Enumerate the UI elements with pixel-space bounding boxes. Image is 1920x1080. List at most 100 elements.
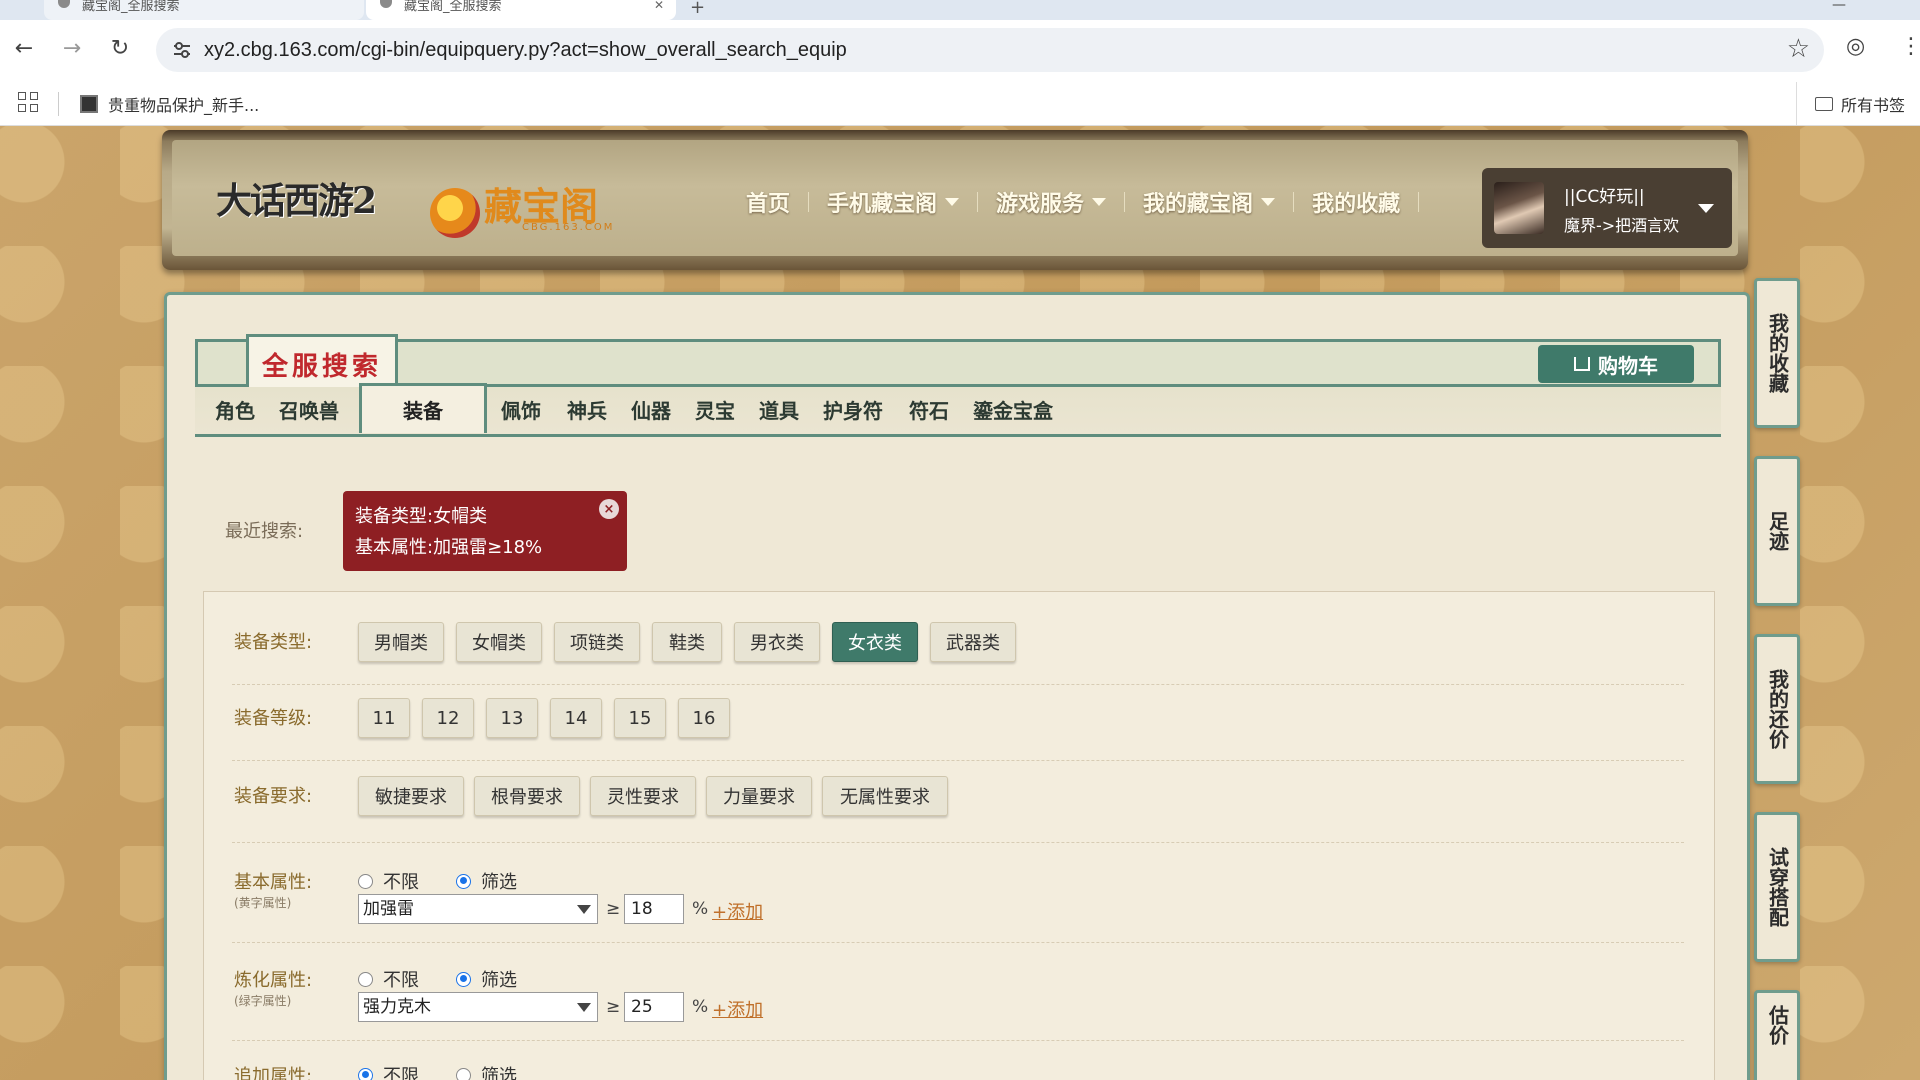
browser-tab[interactable]: 藏宝阁_全服搜索 [44,0,364,20]
option-no-attr-req[interactable]: 无属性要求 [822,776,948,816]
option-weapon[interactable]: 武器类 [930,622,1016,662]
option-necklace[interactable]: 项链类 [554,622,640,662]
url-text[interactable]: xy2.cbg.163.com/cgi-bin/equipquery.py?ac… [204,28,847,72]
reload-icon[interactable]: ↻ [102,30,138,66]
tab-spirit-treasure[interactable]: 灵宝 [695,395,735,424]
rail-footprints[interactable]: 足迹 [1754,456,1800,606]
tab-rune-stone[interactable]: 符石 [909,395,949,424]
option-level-16[interactable]: 16 [678,698,730,738]
radio-unlimited[interactable]: 不限 [358,966,419,992]
add-refine-attr-link[interactable]: +添加 [712,996,763,1022]
radio-label: 筛选 [481,872,517,893]
tab-pet[interactable]: 召唤兽 [279,395,339,424]
radio-checked-icon [456,971,471,987]
option-agility-req[interactable]: 敏捷要求 [358,776,464,816]
tab-role[interactable]: 角色 [215,395,255,424]
chevron-down-icon[interactable] [1698,204,1714,213]
minimize-icon[interactable]: — [1832,0,1846,13]
option-level-14[interactable]: 14 [550,698,602,738]
radio-unlimited[interactable]: 不限 [358,1062,419,1080]
header-panel: 大话西游2 藏宝阁 CBG.163.COM 首页 手机藏宝阁 游戏服务 我的藏宝… [172,140,1738,256]
nav-separator [808,192,810,212]
row-divider [232,684,1684,685]
option-strength-req[interactable]: 力量要求 [706,776,812,816]
option-level-13[interactable]: 13 [486,698,538,738]
nav-home[interactable]: 首页 [728,186,808,218]
nav-my-cbg[interactable]: 我的藏宝阁 [1125,186,1293,218]
browser-tab-active[interactable]: 藏宝阁_全服搜索 ✕ [366,0,676,20]
option-level-12[interactable]: 12 [422,698,474,738]
basic-attr-value-input[interactable]: 18 [624,894,684,924]
nav-mobile-cbg[interactable]: 手机藏宝阁 [809,186,977,218]
radio-unlimited[interactable]: 不限 [358,868,419,894]
avatar [1494,182,1544,234]
tab-favicon-icon [58,0,70,8]
option-shoes[interactable]: 鞋类 [652,622,722,662]
option-level-15[interactable]: 15 [614,698,666,738]
option-male-hat[interactable]: 男帽类 [358,622,444,662]
new-tab-button[interactable]: + [690,0,705,18]
rail-label: 足迹 [1765,511,1790,551]
rail-estimate[interactable]: 估价 [1754,990,1800,1080]
tab-accessory[interactable]: 佩饰 [501,395,541,424]
back-icon[interactable]: ← [6,30,42,66]
nav-label: 我的收藏 [1312,192,1401,217]
user-menu[interactable]: ||CC好玩|| 魔界->把酒言欢 [1482,168,1732,248]
filter-label: 装备等级: [234,708,313,729]
apps-grid-icon[interactable] [18,92,40,114]
option-spirit-req[interactable]: 灵性要求 [590,776,696,816]
recent-search-line: 基本属性:加强雷≥18% [355,537,543,558]
recent-search-card[interactable]: 装备类型:女帽类 基本属性:加强雷≥18% × [343,491,627,571]
option-female-hat[interactable]: 女帽类 [456,622,542,662]
radio-label: 筛选 [481,970,517,991]
add-basic-attr-link[interactable]: +添加 [712,898,763,924]
option-level-11[interactable]: 11 [358,698,410,738]
nav-separator [1124,192,1126,212]
option-constitution-req[interactable]: 根骨要求 [474,776,580,816]
tab-gilded-box[interactable]: 鎏金宝盒 [973,395,1053,424]
address-bar[interactable]: xy2.cbg.163.com/cgi-bin/equipquery.py?ac… [156,28,1824,72]
radio-checked-icon [358,1067,373,1080]
nav-game-service[interactable]: 游戏服务 [978,186,1124,218]
forward-icon[interactable]: → [54,30,90,66]
tab-items[interactable]: 道具 [759,395,799,424]
refine-attr-select[interactable]: 强力克木 [358,992,598,1022]
chevron-down-icon [1261,198,1276,206]
rail-try-on[interactable]: 试穿搭配 [1754,812,1800,962]
tab-amulet[interactable]: 护身符 [823,395,883,424]
search-panel: 全服搜索 购物车 角色 召唤兽 装备 佩饰 神兵 仙器 灵宝 道具 护身符 符石… [164,292,1750,1080]
cbg-logo-subtitle: CBG.163.COM [522,222,615,233]
radio-filter[interactable]: 筛选 [456,966,517,992]
radio-circle-icon [358,873,373,889]
tab-immortal-item[interactable]: 仙器 [631,395,671,424]
cart-label: 购物车 [1598,353,1658,378]
ge-symbol: ≥ [606,899,621,919]
radio-filter[interactable]: 筛选 [456,1062,517,1080]
profile-icon[interactable]: ◎ [1846,34,1865,59]
percent-symbol: % [692,899,709,919]
tab-close-icon[interactable]: ✕ [654,0,664,11]
close-icon[interactable]: × [599,499,619,519]
bookmark-star-icon[interactable]: ☆ [1787,34,1810,64]
rail-label: 估价 [1765,1005,1790,1045]
rail-my-favorites[interactable]: 我的收藏 [1754,278,1800,428]
game-logo[interactable]: 大话西游2 [216,172,377,224]
cart-button[interactable]: 购物车 [1538,345,1694,383]
all-bookmarks-button[interactable]: 所有书签 [1796,82,1920,126]
bookmark-item[interactable]: 贵重物品保护_新手... [80,82,259,126]
radio-label: 不限 [383,872,419,893]
menu-icon[interactable]: ⋮ [1900,34,1920,59]
rail-my-bargain[interactable]: 我的还价 [1754,634,1800,784]
radio-filter[interactable]: 筛选 [456,868,517,894]
site-settings-icon[interactable] [170,38,194,62]
tab-divine-weapon[interactable]: 神兵 [567,395,607,424]
nav-my-favorites[interactable]: 我的收藏 [1294,186,1418,218]
basic-attr-select[interactable]: 加强雷 [358,894,598,924]
nav-label: 首页 [746,192,791,217]
tab-equipment[interactable]: 装备 [359,383,487,433]
nav-separator [977,192,979,212]
option-female-clothes[interactable]: 女衣类 [832,622,918,662]
refine-attr-value-input[interactable]: 25 [624,992,684,1022]
option-male-clothes[interactable]: 男衣类 [734,622,820,662]
radio-label: 筛选 [481,1066,517,1080]
